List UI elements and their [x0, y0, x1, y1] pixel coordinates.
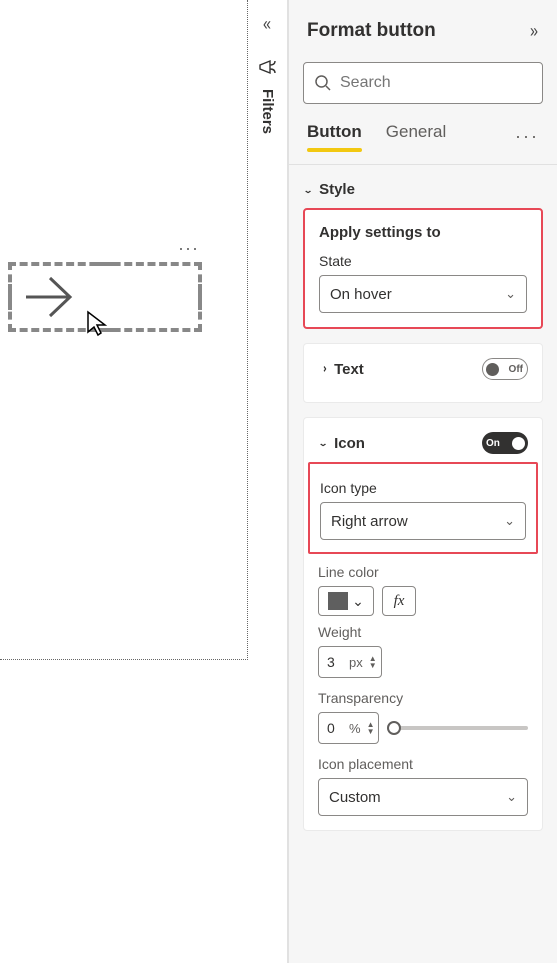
transparency-slider[interactable] [389, 726, 528, 730]
transparency-unit: % [349, 721, 361, 736]
visual-options-ellipsis[interactable]: ··· [178, 238, 199, 259]
text-card: ⌄ Text Off [303, 343, 543, 403]
icon-section-header[interactable]: ⌄ Icon [318, 435, 365, 452]
icon-type-label: Icon type [320, 480, 526, 496]
chevron-down-icon: ⌄ [504, 513, 515, 529]
text-label: Text [334, 361, 364, 378]
icon-placement-dropdown[interactable]: Custom ⌄ [318, 778, 528, 816]
slider-thumb[interactable] [387, 721, 401, 735]
report-canvas[interactable]: ··· [0, 0, 248, 660]
transparency-label: Transparency [318, 690, 528, 706]
search-input[interactable] [340, 74, 532, 92]
transparency-value: 0 [327, 720, 345, 736]
filters-label: Filters [259, 89, 276, 134]
icon-label: Icon [334, 435, 365, 452]
icon-toggle[interactable]: On [482, 432, 528, 454]
right-arrow-icon [20, 270, 80, 324]
chevron-right-icon: ⌄ [318, 364, 328, 374]
fx-button[interactable]: fx [382, 586, 416, 616]
chevron-down-icon: ⌄ [506, 789, 517, 805]
transparency-spinner[interactable]: 0 % ▲▼ [318, 712, 379, 744]
tabs-more[interactable]: ··· [515, 126, 539, 147]
divider [289, 164, 557, 165]
stepper-arrows-icon[interactable]: ▲▼ [367, 721, 375, 735]
text-toggle[interactable]: Off [482, 358, 528, 380]
tab-general[interactable]: General [386, 122, 446, 150]
line-color-swatch[interactable]: ⌄ [318, 586, 374, 616]
line-color-label: Line color [318, 564, 528, 580]
chevron-down-icon: ⌄ [505, 286, 516, 302]
expand-right-icon[interactable]: » [530, 21, 538, 42]
chevron-down-icon: ⌄ [352, 593, 364, 610]
resize-handle-left[interactable] [8, 284, 12, 310]
icon-type-highlight: Icon type Right arrow ⌄ [308, 462, 538, 554]
apply-settings-title: Apply settings to [319, 224, 527, 241]
format-search[interactable] [303, 62, 543, 104]
icon-placement-value: Custom [329, 789, 381, 806]
text-section-header[interactable]: ⌄ Text [318, 361, 364, 378]
icon-card: ⌄ Icon On Icon type Right arrow ⌄ Line c… [303, 417, 543, 831]
weight-value: 3 [327, 654, 345, 670]
weight-unit: px [349, 655, 363, 670]
collapse-left-icon[interactable]: « [263, 14, 271, 35]
apply-settings-card: Apply settings to State On hover ⌄ [303, 208, 543, 329]
format-pane-title: Format button [307, 20, 436, 42]
state-label: State [319, 253, 527, 269]
state-dropdown-value: On hover [330, 286, 392, 303]
search-icon [314, 74, 332, 92]
stepper-arrows-icon[interactable]: ▲▼ [369, 655, 377, 669]
weight-spinner[interactable]: 3 px ▲▼ [318, 646, 382, 678]
resize-handle-bottom[interactable] [92, 328, 118, 332]
style-section-header[interactable]: ⌄ Style [303, 181, 543, 198]
style-label: Style [319, 181, 355, 198]
chevron-down-icon: ⌄ [318, 438, 328, 448]
filter-icon [258, 57, 278, 77]
resize-handle-top[interactable] [92, 262, 118, 266]
toggle-off-label: Off [509, 364, 523, 375]
button-visual-selected[interactable] [8, 262, 202, 332]
resize-handle-right[interactable] [198, 284, 202, 310]
filters-pane-collapsed[interactable]: « Filters [248, 0, 288, 963]
tab-button[interactable]: Button [307, 122, 362, 150]
chevron-down-icon: ⌄ [303, 185, 313, 195]
state-dropdown[interactable]: On hover ⌄ [319, 275, 527, 313]
icon-placement-label: Icon placement [318, 756, 528, 772]
color-chip [328, 592, 348, 610]
icon-type-dropdown[interactable]: Right arrow ⌄ [320, 502, 526, 540]
icon-type-value: Right arrow [331, 513, 408, 530]
format-pane: Format button » Button General ··· ⌄ Sty… [288, 0, 557, 963]
weight-label: Weight [318, 624, 528, 640]
toggle-on-label: On [486, 438, 500, 449]
